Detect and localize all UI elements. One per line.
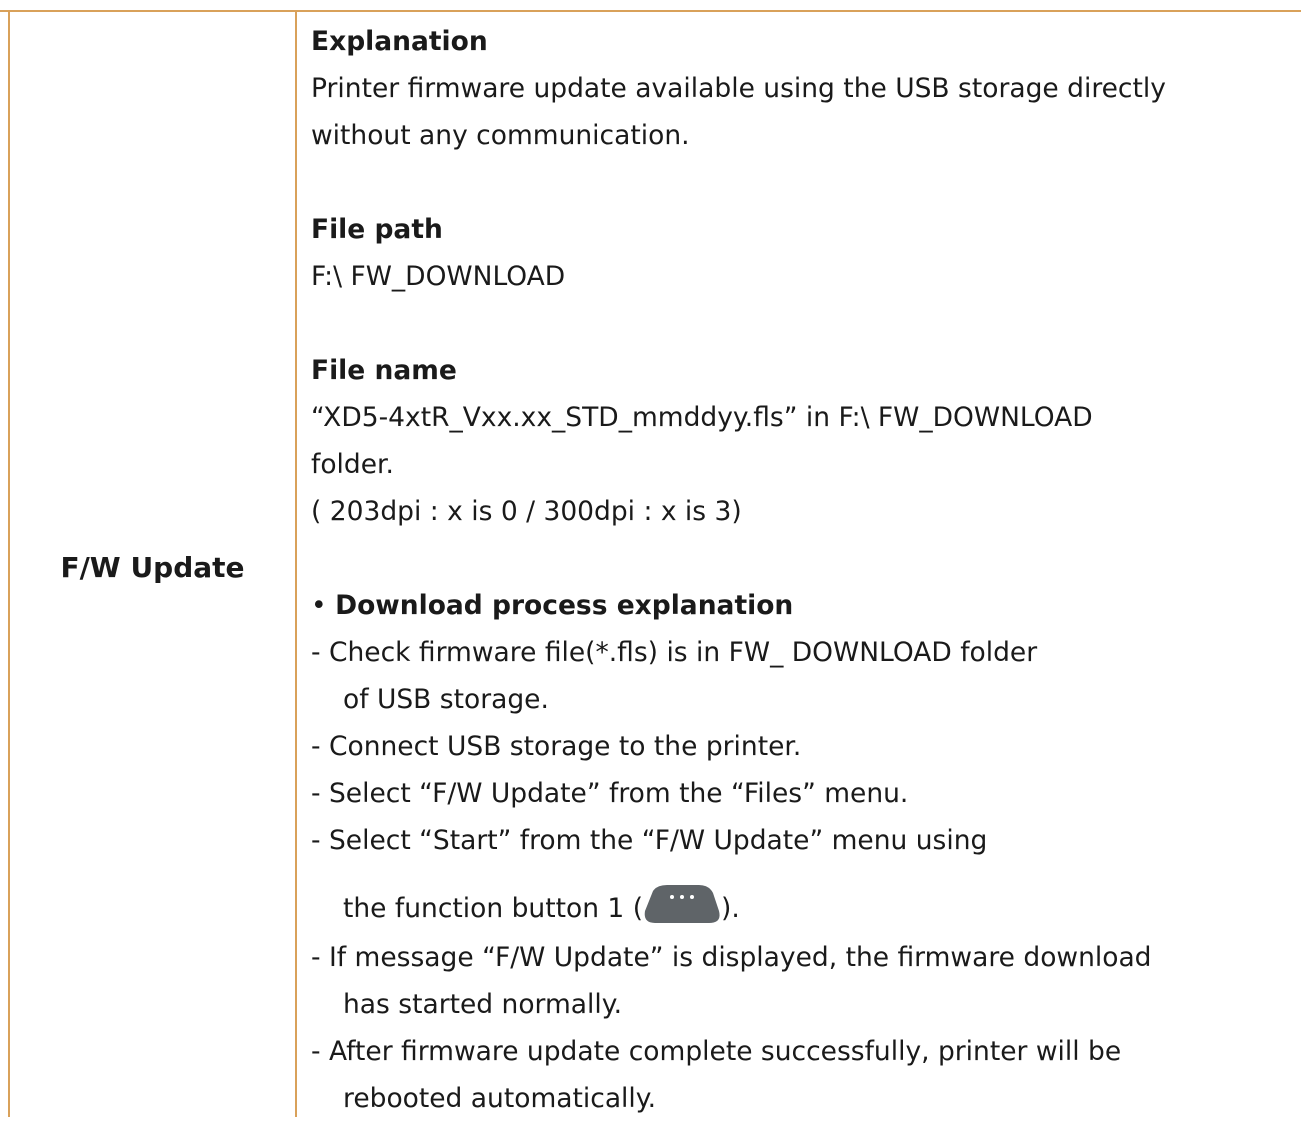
file-name-heading: File name bbox=[311, 355, 457, 386]
explanation-heading: Explanation bbox=[311, 26, 488, 57]
step-5-line-2: has started normally. bbox=[343, 989, 623, 1020]
step-4-text-before: the function button 1 ( bbox=[343, 893, 644, 924]
file-name-line-1: “XD5-4xtR_Vxx.xx_STD_mmddyy.fls” in F:\ … bbox=[311, 402, 1093, 433]
spec-table: F/W Update Explanation Printer firmware … bbox=[0, 0, 1301, 1117]
step-2: - Connect USB storage to the printer. bbox=[311, 731, 802, 762]
file-name-line-3: ( 203dpi : x is 0 / 300dpi : x is 3) bbox=[311, 496, 742, 527]
function-button-1-icon bbox=[643, 885, 721, 923]
step-1-line-1: - Check firmware file(*.fls) is in FW_ D… bbox=[311, 637, 1038, 668]
row-label: F/W Update bbox=[60, 551, 245, 584]
bullet: • bbox=[311, 590, 327, 621]
row-content: Explanation Printer firmware update avai… bbox=[311, 18, 1291, 1122]
process-heading: Download process explanation bbox=[335, 590, 794, 621]
table-top-border bbox=[0, 10, 1301, 12]
step-6-line-1: - After firmware update complete success… bbox=[311, 1036, 1122, 1067]
file-path-heading: File path bbox=[311, 214, 443, 245]
explanation-text-line-2: without any communication. bbox=[311, 120, 690, 151]
step-5-line-1: - If message “F/W Update” is displayed, … bbox=[311, 942, 1152, 973]
step-4-line-1: - Select “Start” from the “F/W Update” m… bbox=[311, 825, 988, 856]
step-1-line-2: of USB storage. bbox=[343, 684, 549, 715]
step-3: - Select “F/W Update” from the “Files” m… bbox=[311, 778, 909, 809]
explanation-text-line-1: Printer firmware update available using … bbox=[311, 73, 1166, 104]
step-4-text-after: ). bbox=[721, 893, 740, 924]
file-name-line-2: folder. bbox=[311, 449, 394, 480]
file-path-value: F:\ FW_DOWNLOAD bbox=[311, 261, 566, 292]
step-6-line-2: rebooted automatically. bbox=[343, 1083, 657, 1114]
step-4-line-2: the function button 1 (). bbox=[311, 864, 1291, 934]
table-column-divider bbox=[295, 10, 297, 1117]
process-heading-line: • Download process explanation bbox=[311, 582, 1291, 629]
